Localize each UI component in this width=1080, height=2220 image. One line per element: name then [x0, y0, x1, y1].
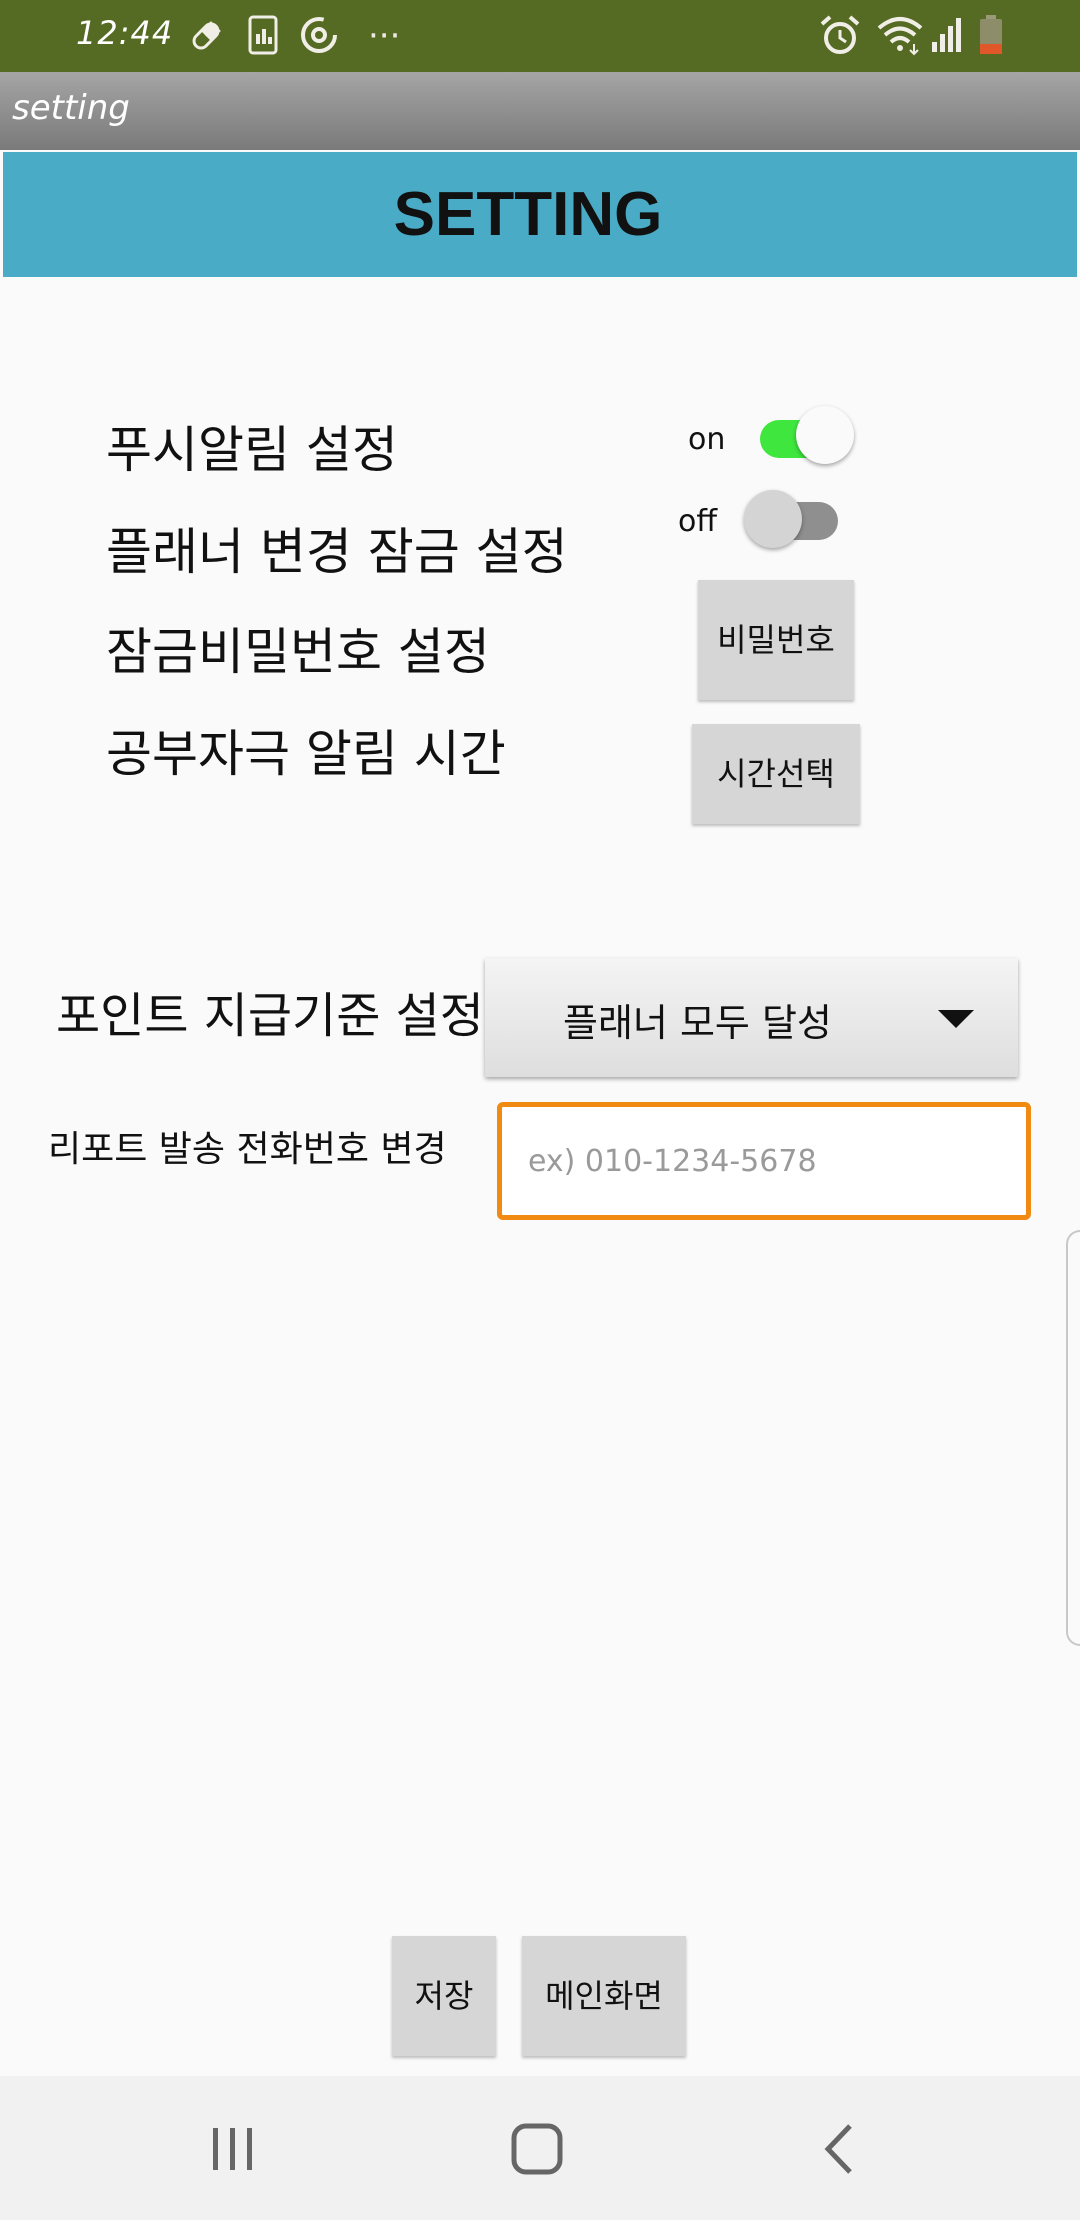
wifi-icon — [877, 17, 923, 56]
switch-thumb — [744, 490, 802, 548]
push-switch-state-text: on — [688, 422, 726, 457]
lock-password-label: 잠금비밀번호 설정 — [106, 623, 490, 681]
title-bar — [0, 72, 1080, 150]
dropdown-arrow-icon — [938, 1010, 974, 1028]
report-phone-label: 리포트 발송 전화번호 변경 — [48, 1129, 447, 1170]
app-title: setting — [12, 88, 130, 128]
switch-thumb — [796, 406, 854, 464]
battery-icon — [980, 15, 1002, 54]
planner-lock-label: 플래너 변경 잠금 설정 — [106, 523, 568, 581]
status-time: 12:44 — [76, 14, 174, 52]
dropdown-selected-value: 플래너 모두 달성 — [563, 1001, 832, 1045]
main-screen-button[interactable]: 메인화면 — [522, 1936, 686, 2056]
tablet-chart-icon — [248, 15, 278, 55]
sync-icon — [301, 17, 337, 53]
push-notification-label: 푸시알림 설정 — [106, 421, 398, 479]
page-title: SETTING — [393, 180, 663, 249]
password-button[interactable]: 비밀번호 — [698, 580, 854, 700]
recent-apps-icon[interactable] — [208, 2124, 258, 2174]
alarm-icon — [820, 15, 860, 54]
planner-lock-state-text: off — [678, 504, 718, 539]
edge-panel-handle[interactable] — [1066, 1230, 1080, 1646]
signal-icon — [932, 18, 961, 52]
push-notification-switch[interactable] — [760, 406, 856, 464]
point-criteria-label: 포인트 지급기준 설정 — [56, 988, 484, 1044]
study-alarm-time-label: 공부자극 알림 시간 — [106, 725, 506, 783]
time-select-button[interactable]: 시간선택 — [692, 724, 860, 824]
home-icon[interactable] — [510, 2122, 564, 2176]
back-icon[interactable] — [820, 2122, 860, 2176]
report-phone-input[interactable] — [497, 1102, 1031, 1220]
more-dots-icon: ··· — [368, 16, 401, 56]
save-button[interactable]: 저장 — [392, 1936, 496, 2056]
pill-icon — [192, 21, 221, 50]
planner-lock-switch[interactable] — [744, 490, 844, 550]
